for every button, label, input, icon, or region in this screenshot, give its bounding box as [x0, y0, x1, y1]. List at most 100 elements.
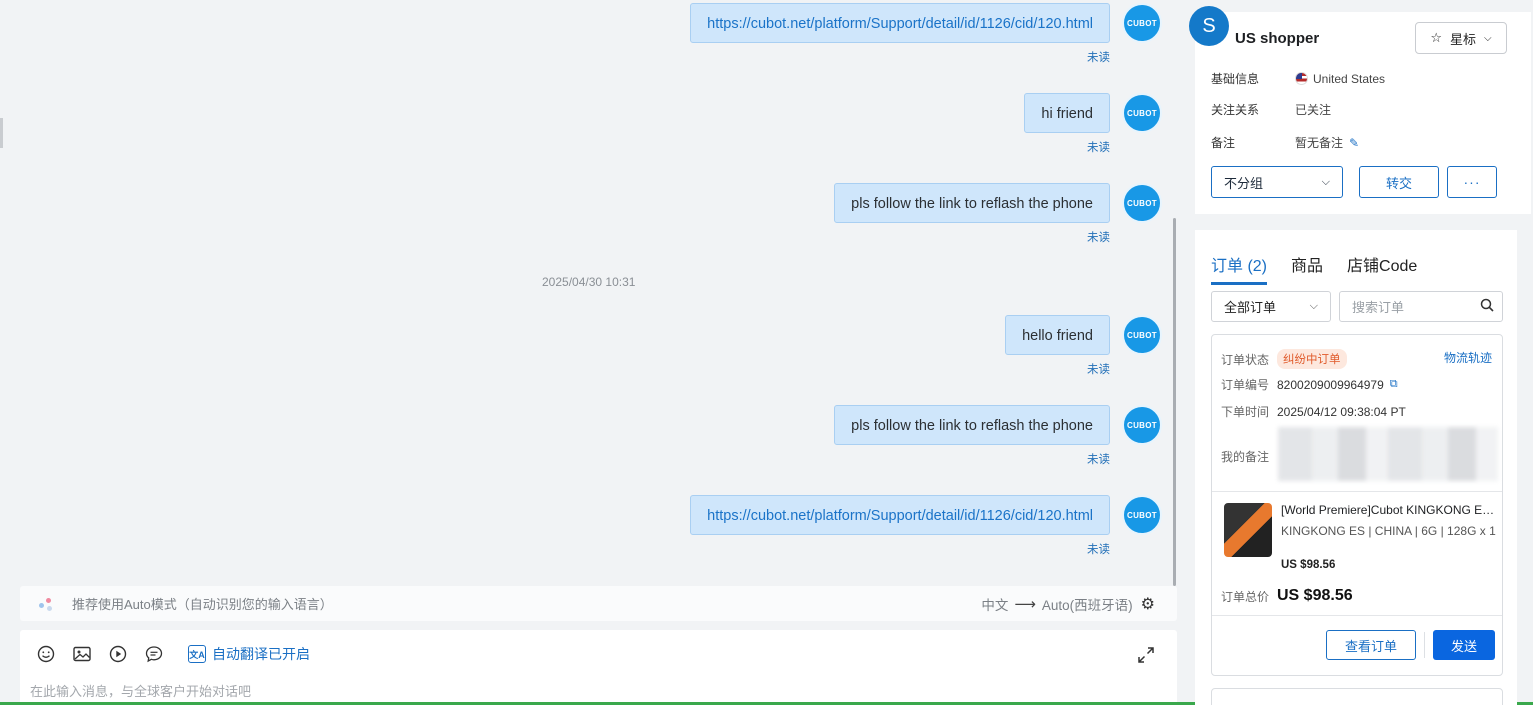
customer-avatar: S [1189, 6, 1229, 46]
info-row-follow: 关注关系 已关注 [1211, 101, 1331, 118]
info-value: 已关注 [1295, 103, 1332, 117]
transfer-button[interactable]: 转交 [1359, 166, 1439, 198]
product-price: US $98.56 [1281, 559, 1336, 571]
customer-profile-card: S US shopper ☆ 星标 ⌵ 基础信息 United States 关… [1189, 6, 1531, 214]
tab-orders[interactable]: 订单 (2) [1211, 252, 1268, 285]
message-bubble: hi friend [1024, 93, 1110, 133]
read-status: 未读 [1087, 364, 1110, 376]
send-order-button[interactable]: 发送 [1433, 630, 1495, 660]
chat-panel: https://cubot.net/platform/Support/detai… [0, 0, 1182, 580]
chat-scrollbar[interactable] [1173, 218, 1176, 586]
chevron-down-icon: ⌵ [1484, 32, 1492, 44]
target-language[interactable]: Auto(西班牙语) [1042, 594, 1133, 614]
message-row: pls follow the link to reflash the phone… [834, 183, 1162, 245]
orders-panel: 订单 (2) 商品 店铺Code 全部订单 ⌵ 搜索订单 订单状态 纠纷中订单 … [1195, 230, 1517, 705]
message-row: hi friend CUBOT 未读 [1024, 93, 1162, 155]
order-card: 订单状态 纠纷中订单 物流轨迹 订单编号 8200209009964979 ⧉ … [1211, 334, 1503, 676]
order-note-key: 我的备注 [1221, 450, 1270, 464]
search-icon[interactable] [1480, 298, 1494, 315]
order-search-placeholder: 搜索订单 [1352, 300, 1405, 315]
edit-icon[interactable]: ✎ [1349, 136, 1359, 150]
arrow-right-icon: ⟶ [1014, 595, 1036, 613]
group-select-value: 不分组 [1224, 175, 1264, 191]
info-key: 关注关系 [1211, 103, 1260, 117]
tab-products[interactable]: 商品 [1291, 252, 1323, 285]
message-bubble-link[interactable]: https://cubot.net/platform/Support/detai… [690, 3, 1110, 43]
message-input[interactable] [30, 684, 930, 699]
us-flag-icon [1295, 72, 1308, 85]
group-select[interactable]: 不分组 ⌵ [1211, 166, 1343, 198]
order-filters: 全部订单 ⌵ 搜索订单 [1211, 291, 1503, 322]
info-value-wrap: 暂无备注 ✎ [1295, 134, 1359, 151]
message-composer: 文A 自动翻译已开启 [20, 630, 1177, 705]
video-icon[interactable] [108, 644, 128, 664]
status-badge: 纠纷中订单 [1277, 349, 1347, 369]
info-key: 基础信息 [1211, 72, 1260, 86]
more-button[interactable]: ··· [1447, 166, 1497, 198]
order-total: US $98.56 [1277, 587, 1353, 604]
info-value: United States [1313, 71, 1386, 86]
chevron-down-icon: ⌵ [1321, 175, 1330, 188]
order-status-row: 订单状态 纠纷中订单 [1221, 349, 1347, 369]
message-row: pls follow the link to reflash the phone… [834, 405, 1162, 467]
read-status: 未读 [1087, 232, 1110, 244]
star-button[interactable]: ☆ 星标 ⌵ [1415, 22, 1507, 54]
order-time: 2025/04/12 09:38:04 PT [1277, 404, 1406, 419]
order-search-field[interactable]: 搜索订单 [1339, 291, 1503, 322]
info-value-wrap: United States [1295, 70, 1385, 87]
expand-icon[interactable] [1137, 646, 1155, 669]
product-spec: KINGKONG ES | CHINA | 6G | 128G x 1 [1281, 524, 1496, 538]
agent-avatar: CUBOT [1122, 315, 1162, 355]
order-card-actions: 查看订单 发送 [1212, 615, 1502, 677]
read-status: 未读 [1087, 454, 1110, 466]
order-filter-value: 全部订单 [1224, 300, 1277, 315]
composer-toolbar: 文A 自动翻译已开启 [36, 644, 310, 664]
time-separator: 2025/04/30 10:31 [542, 275, 636, 289]
product-image[interactable] [1224, 503, 1272, 557]
chevron-down-icon: ⌵ [1309, 300, 1318, 312]
message-bubble: hello friend [1005, 315, 1110, 355]
star-label: 星标 [1450, 31, 1477, 47]
language-switch[interactable]: 中文 ⟶ Auto(西班牙语) ⚙ [981, 586, 1155, 621]
read-status: 未读 [1087, 52, 1110, 64]
divider [1424, 632, 1425, 658]
order-time-key: 下单时间 [1221, 405, 1270, 419]
profile-actions: 不分组 ⌵ 转交 ··· [1211, 166, 1497, 198]
view-order-button[interactable]: 查看订单 [1326, 630, 1416, 660]
read-status: 未读 [1087, 544, 1110, 556]
logistics-track-link[interactable]: 物流轨迹 [1444, 349, 1492, 366]
agent-avatar: CUBOT [1122, 495, 1162, 535]
source-language[interactable]: 中文 [981, 594, 1008, 614]
customer-name: US shopper [1235, 30, 1320, 47]
auto-translate-toggle[interactable]: 文A 自动翻译已开启 [188, 644, 310, 664]
order-filter-select[interactable]: 全部订单 ⌵ [1211, 291, 1331, 322]
agent-avatar: CUBOT [1122, 3, 1162, 43]
left-resize-handle[interactable] [0, 118, 3, 148]
divider [1212, 615, 1502, 616]
copy-icon[interactable]: ⧉ [1390, 378, 1398, 391]
info-row-note: 备注 暂无备注 ✎ [1211, 134, 1359, 151]
agent-avatar: CUBOT [1122, 93, 1162, 133]
translate-icon: 文A [188, 645, 206, 663]
order-number-row: 订单编号 8200209009964979 ⧉ [1221, 376, 1398, 393]
auto-translate-label: 自动翻译已开启 [212, 646, 310, 662]
agent-avatar: CUBOT [1122, 183, 1162, 223]
agent-avatar: CUBOT [1122, 405, 1162, 445]
image-icon[interactable] [72, 644, 92, 664]
translate-hint-bar: 推荐使用Auto模式（自动识别您的输入语言） 中文 ⟶ Auto(西班牙语) ⚙ [20, 586, 1177, 621]
read-status: 未读 [1087, 142, 1110, 154]
info-value: 暂无备注 [1295, 136, 1344, 150]
order-total-key: 订单总价 [1221, 589, 1270, 604]
message-row: https://cubot.net/platform/Support/detai… [690, 3, 1162, 65]
divider [1212, 491, 1502, 492]
tab-store-code[interactable]: 店铺Code [1347, 252, 1417, 285]
emoji-icon[interactable] [36, 644, 56, 664]
order-card-next[interactable] [1211, 688, 1503, 705]
gear-icon[interactable]: ⚙ [1141, 594, 1155, 614]
message-bubble: pls follow the link to reflash the phone [834, 183, 1110, 223]
product-title[interactable]: [World Premiere]Cubot KINGKONG ES Rugged… [1281, 503, 1496, 517]
message-bubble-link[interactable]: https://cubot.net/platform/Support/detai… [690, 495, 1110, 535]
quick-reply-icon[interactable] [144, 644, 164, 664]
star-icon: ☆ [1430, 30, 1443, 45]
order-status-key: 订单状态 [1221, 352, 1270, 367]
